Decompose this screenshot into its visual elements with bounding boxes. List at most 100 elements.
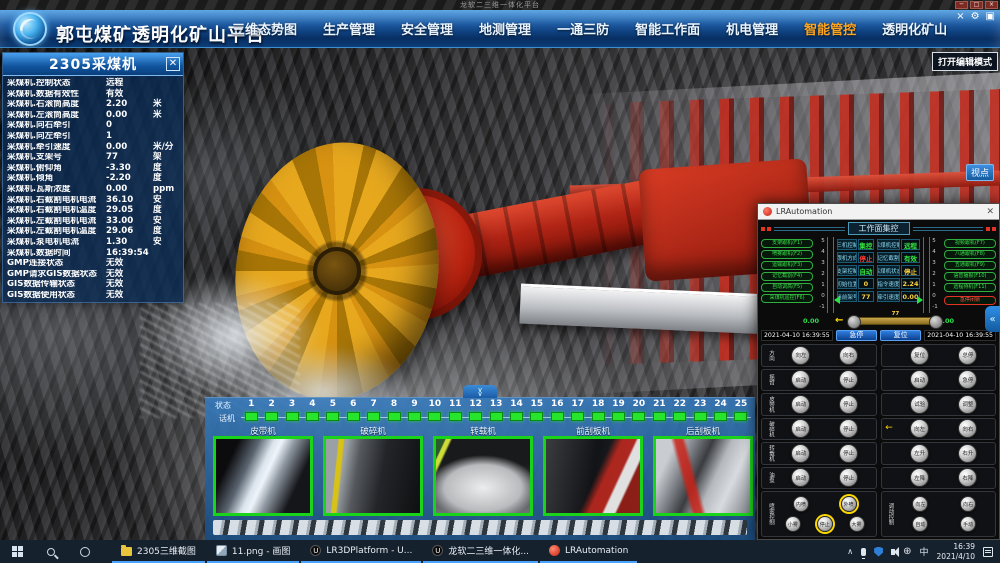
function-button[interactable]: 五通跟机(F9) [944,261,996,270]
restore-window-icon[interactable]: ▣ [986,11,995,22]
channel-status-square[interactable] [568,412,588,421]
control-button[interactable]: 总停 [958,346,977,365]
channel-status-square[interactable] [547,412,567,421]
function-button[interactable]: 采煤机遥控(F6) [761,294,813,303]
edit-mode-button[interactable]: 打开编辑模式 [932,52,998,71]
channel-status-square[interactable] [363,412,383,421]
control-button[interactable]: 向右 [960,496,976,512]
channel-status-square[interactable] [343,412,363,421]
camera-feed[interactable] [323,436,423,516]
security-shield-icon[interactable] [874,547,883,557]
function-button[interactable]: 语音播报(F10) [944,272,996,281]
nav-item[interactable]: 生产管理 [323,19,375,38]
channel-status-square[interactable] [486,412,506,421]
control-button[interactable]: 停止 [817,516,833,532]
channel-status-square[interactable] [710,412,730,421]
function-button[interactable]: 喷雾跟机(F2) [761,250,813,259]
channel-status-square[interactable] [465,412,485,421]
close-icon[interactable]: ✕ [166,57,180,71]
camera-feed[interactable] [433,436,533,516]
control-button[interactable]: 右降 [958,468,977,487]
tools-icon[interactable]: × [956,11,964,22]
camera-feed[interactable] [653,436,753,516]
control-button[interactable]: 调整 [958,395,977,414]
control-button[interactable]: 停止 [839,444,858,463]
channel-status-square[interactable] [649,412,669,421]
channel-status-square[interactable] [670,412,690,421]
microphone-icon[interactable] [861,548,866,556]
function-button[interactable]: 记忆截割(F4) [761,272,813,281]
function-button[interactable]: 运输跟机(F3) [761,261,813,270]
taskbar-task[interactable]: 龙软二三维一体化... [423,540,538,563]
panel-collapse-handle[interactable]: « [985,306,1000,332]
control-button[interactable]: 向左 [912,496,928,512]
control-button[interactable]: 左升 [910,444,929,463]
channel-status-square[interactable] [425,412,445,421]
function-button[interactable]: 支架跟机(F1) [761,239,813,248]
channel-status-square[interactable] [690,412,710,421]
channel-status-square[interactable] [323,412,343,421]
channel-status-square[interactable] [608,412,628,421]
control-button[interactable]: 左降 [910,468,929,487]
nav-item[interactable]: 智能管控 [804,19,856,38]
control-button[interactable]: 停止 [839,468,858,487]
shearer-position-slider[interactable]: 77 [853,317,937,325]
control-button[interactable]: 自动 [912,516,928,532]
channel-status-square[interactable] [241,412,261,421]
taskbar-task[interactable]: LRAutomation [540,540,637,563]
control-button[interactable]: 启动 [791,370,810,389]
channel-status-square[interactable] [261,412,281,421]
channel-status-square[interactable] [302,412,322,421]
control-button[interactable]: 停止 [839,395,858,414]
clock[interactable]: 16:39 2021/4/10 [937,542,975,562]
notification-center-icon[interactable] [983,547,993,557]
taskbar-task[interactable]: 11.png - 画图 [207,540,299,563]
nav-item[interactable]: 透明化矿山 [882,19,947,38]
taskbar-task[interactable]: LR3DPlatform - U... [301,540,421,563]
speaker-icon[interactable] [891,549,895,555]
function-button[interactable]: 自动调高(F5) [761,283,813,292]
control-button[interactable]: 向右 [839,346,858,365]
start-button[interactable] [0,540,34,563]
minimize-button[interactable]: ─ [955,1,968,9]
channel-status-square[interactable] [629,412,649,421]
camera-feed[interactable] [213,436,313,516]
channel-status-square[interactable] [527,412,547,421]
gear-icon[interactable]: ⚙ [971,11,980,22]
nav-item[interactable]: 安全管理 [401,19,453,38]
network-icon[interactable]: ⊕ [903,547,911,557]
channel-status-square[interactable] [731,412,751,421]
camera-feed[interactable] [543,436,643,516]
function-button[interactable]: 远程待机(F11) [944,283,996,292]
control-button[interactable]: 右升 [958,444,977,463]
control-button[interactable]: 手动 [960,516,976,532]
control-button[interactable]: 试验 [910,395,929,414]
control-button[interactable]: 启动 [910,370,929,389]
nav-item[interactable]: 地测管理 [479,19,531,38]
control-button[interactable]: 启动 [791,419,810,438]
close-icon[interactable]: ✕ [986,207,994,217]
tray-expand-icon[interactable]: ∧ [847,547,853,556]
channel-status-square[interactable] [384,412,404,421]
control-button[interactable]: 向右 [958,419,977,438]
channel-status-square[interactable] [404,412,424,421]
function-button[interactable]: 八通跟机(F8) [944,250,996,259]
viewpoint-tab[interactable]: 视点 [966,164,994,181]
maximize-button[interactable]: □ [970,1,983,9]
reset-button[interactable]: 复位 [880,330,921,341]
control-button[interactable]: 启动 [791,444,810,463]
control-button[interactable]: 急停 [958,370,977,389]
search-button[interactable] [34,540,68,563]
close-button[interactable]: × [985,1,998,9]
channel-status-square[interactable] [588,412,608,421]
channel-status-square[interactable] [282,412,302,421]
nav-item[interactable]: 一通三防 [557,19,609,38]
control-button[interactable]: 复位 [910,346,929,365]
control-button[interactable]: 小雾 [785,516,801,532]
control-button[interactable]: 启动 [791,395,810,414]
control-button[interactable]: 向左 [791,346,810,365]
control-button[interactable]: 大雾 [849,516,865,532]
taskbar-task[interactable]: 2305三维截图 [112,540,205,563]
control-button[interactable]: 外喷 [841,496,857,512]
timeline-scrubber[interactable] [213,520,747,535]
